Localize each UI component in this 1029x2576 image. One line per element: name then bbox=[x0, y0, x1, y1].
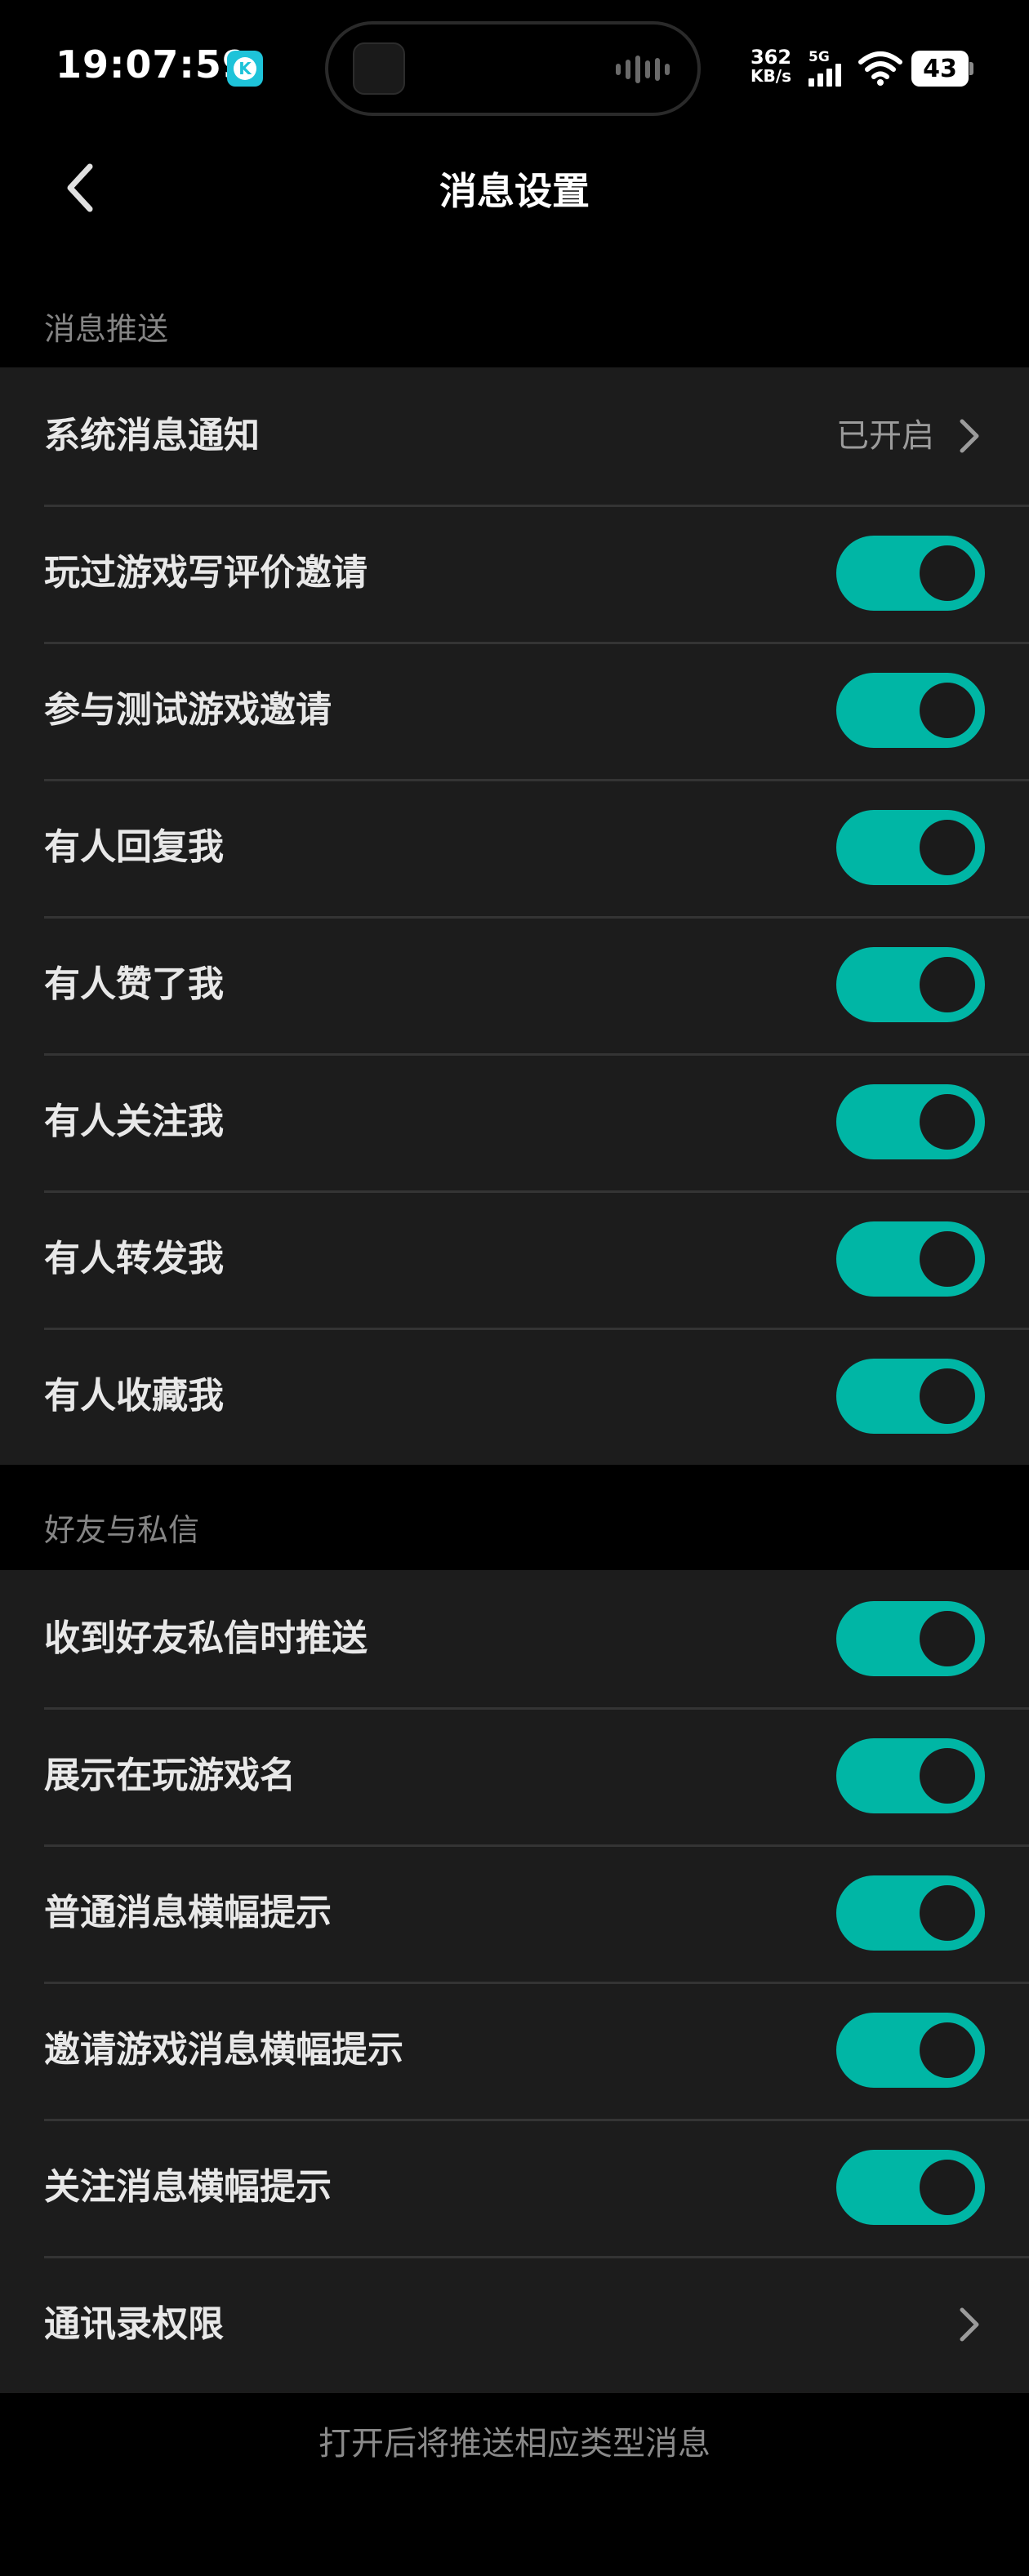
reply-toggle[interactable] bbox=[836, 810, 985, 885]
show-playing-toggle[interactable] bbox=[836, 1738, 985, 1813]
toggle-row-follow-banner: 关注消息横幅提示 bbox=[0, 2119, 1029, 2256]
toggle-knob bbox=[920, 545, 975, 601]
toggle-row-normal-banner: 普通消息横幅提示 bbox=[0, 1844, 1029, 1982]
row-label: 参与测试游戏邀请 bbox=[44, 689, 332, 731]
toggle-knob bbox=[920, 1885, 975, 1941]
cellular-signal-icon: 5G bbox=[808, 49, 849, 87]
footer-note: 打开后将推送相应类型消息 bbox=[318, 2425, 710, 2463]
toggle-knob bbox=[920, 683, 975, 738]
network-speed-value: 362 bbox=[750, 46, 792, 69]
review-invite-toggle[interactable] bbox=[836, 536, 985, 611]
toggle-row-review-invite: 玩过游戏写评价邀请 bbox=[0, 505, 1029, 642]
toggle-row-follow: 有人关注我 bbox=[0, 1053, 1029, 1190]
toggle-row-dm-push: 收到好友私信时推送 bbox=[0, 1570, 1029, 1707]
now-playing-thumbnail bbox=[353, 42, 405, 95]
row-label: 关注消息横幅提示 bbox=[44, 2166, 332, 2208]
row-label: 有人收藏我 bbox=[44, 1375, 224, 1417]
toggle-row-invite-banner: 邀请游戏消息横幅提示 bbox=[0, 1982, 1029, 2119]
system-notification-status: 已开启 bbox=[836, 417, 934, 455]
row-label: 邀请游戏消息横幅提示 bbox=[44, 2029, 403, 2071]
chevron-right-icon bbox=[960, 419, 979, 453]
row-label: 通讯录权限 bbox=[44, 2303, 224, 2345]
toggle-knob bbox=[920, 1748, 975, 1804]
toggle-knob bbox=[920, 1368, 975, 1424]
row-label: 有人赞了我 bbox=[44, 963, 224, 1005]
toggle-row-show-playing: 展示在玩游戏名 bbox=[0, 1707, 1029, 1844]
like-toggle[interactable] bbox=[836, 947, 985, 1022]
network-speed-unit: KB/s bbox=[751, 66, 791, 87]
repost-toggle[interactable] bbox=[836, 1221, 985, 1297]
toggle-knob bbox=[920, 2160, 975, 2215]
status-bar: 19:07:59 K 362 KB/s 5G 43 bbox=[0, 0, 1029, 139]
toggle-knob bbox=[920, 820, 975, 875]
normal-banner-toggle[interactable] bbox=[836, 1875, 985, 1951]
toggle-row-reply: 有人回复我 bbox=[0, 779, 1029, 916]
follow-toggle[interactable] bbox=[836, 1084, 985, 1159]
row-label: 展示在玩游戏名 bbox=[44, 1755, 296, 1796]
follow-banner-toggle[interactable] bbox=[836, 2150, 985, 2225]
battery-level: 43 bbox=[911, 51, 969, 87]
favorite-toggle[interactable] bbox=[836, 1359, 985, 1434]
section-header-friends: 好友与私信 bbox=[44, 1512, 200, 1548]
toggle-knob bbox=[920, 957, 975, 1012]
toggle-row-favorite: 有人收藏我 bbox=[0, 1328, 1029, 1465]
row-label: 玩过游戏写评价邀请 bbox=[44, 552, 368, 594]
row-label: 系统消息通知 bbox=[44, 415, 260, 456]
toggle-row-like: 有人赞了我 bbox=[0, 916, 1029, 1053]
system-notification-row[interactable]: 系统消息通知 已开启 bbox=[0, 367, 1029, 505]
network-speed: 362 KB/s bbox=[745, 47, 797, 85]
toggle-row-repost: 有人转发我 bbox=[0, 1190, 1029, 1328]
contacts-permission-row[interactable]: 通讯录权限 bbox=[0, 2256, 1029, 2393]
chevron-right-icon bbox=[960, 2307, 979, 2342]
toggle-row-beta-invite: 参与测试游戏邀请 bbox=[0, 642, 1029, 779]
app-badge-letter: K bbox=[234, 57, 256, 80]
beta-invite-toggle[interactable] bbox=[836, 673, 985, 748]
friends-settings-group: 收到好友私信时推送 展示在玩游戏名 普通消息横幅提示 邀请游戏消息横幅提示 关注… bbox=[0, 1570, 1029, 2393]
row-label: 收到好友私信时推送 bbox=[44, 1617, 368, 1659]
dynamic-island[interactable] bbox=[325, 21, 701, 116]
row-label: 普通消息横幅提示 bbox=[44, 1892, 332, 1933]
row-label: 有人转发我 bbox=[44, 1238, 224, 1279]
wifi-icon bbox=[858, 51, 902, 86]
status-time: 19:07:59 bbox=[56, 42, 249, 87]
dm-push-toggle[interactable] bbox=[836, 1601, 985, 1676]
toggle-knob bbox=[920, 1231, 975, 1287]
section-header-push: 消息推送 bbox=[44, 311, 169, 347]
toggle-knob bbox=[920, 2022, 975, 2078]
push-settings-group: 系统消息通知 已开启 玩过游戏写评价邀请 参与测试游戏邀请 有人回复我 有人赞了… bbox=[0, 367, 1029, 1465]
battery-icon: 43 bbox=[911, 51, 973, 87]
row-label: 有人回复我 bbox=[44, 826, 224, 868]
nav-bar: 消息设置 bbox=[0, 139, 1029, 237]
toggle-knob bbox=[920, 1611, 975, 1666]
row-label: 有人关注我 bbox=[44, 1101, 224, 1142]
audio-wave-icon bbox=[616, 56, 670, 83]
app-notification-icon: K bbox=[227, 51, 263, 87]
toggle-knob bbox=[920, 1094, 975, 1150]
invite-banner-toggle[interactable] bbox=[836, 2013, 985, 2088]
page-title: 消息设置 bbox=[439, 169, 590, 213]
network-type-label: 5G bbox=[808, 49, 830, 65]
